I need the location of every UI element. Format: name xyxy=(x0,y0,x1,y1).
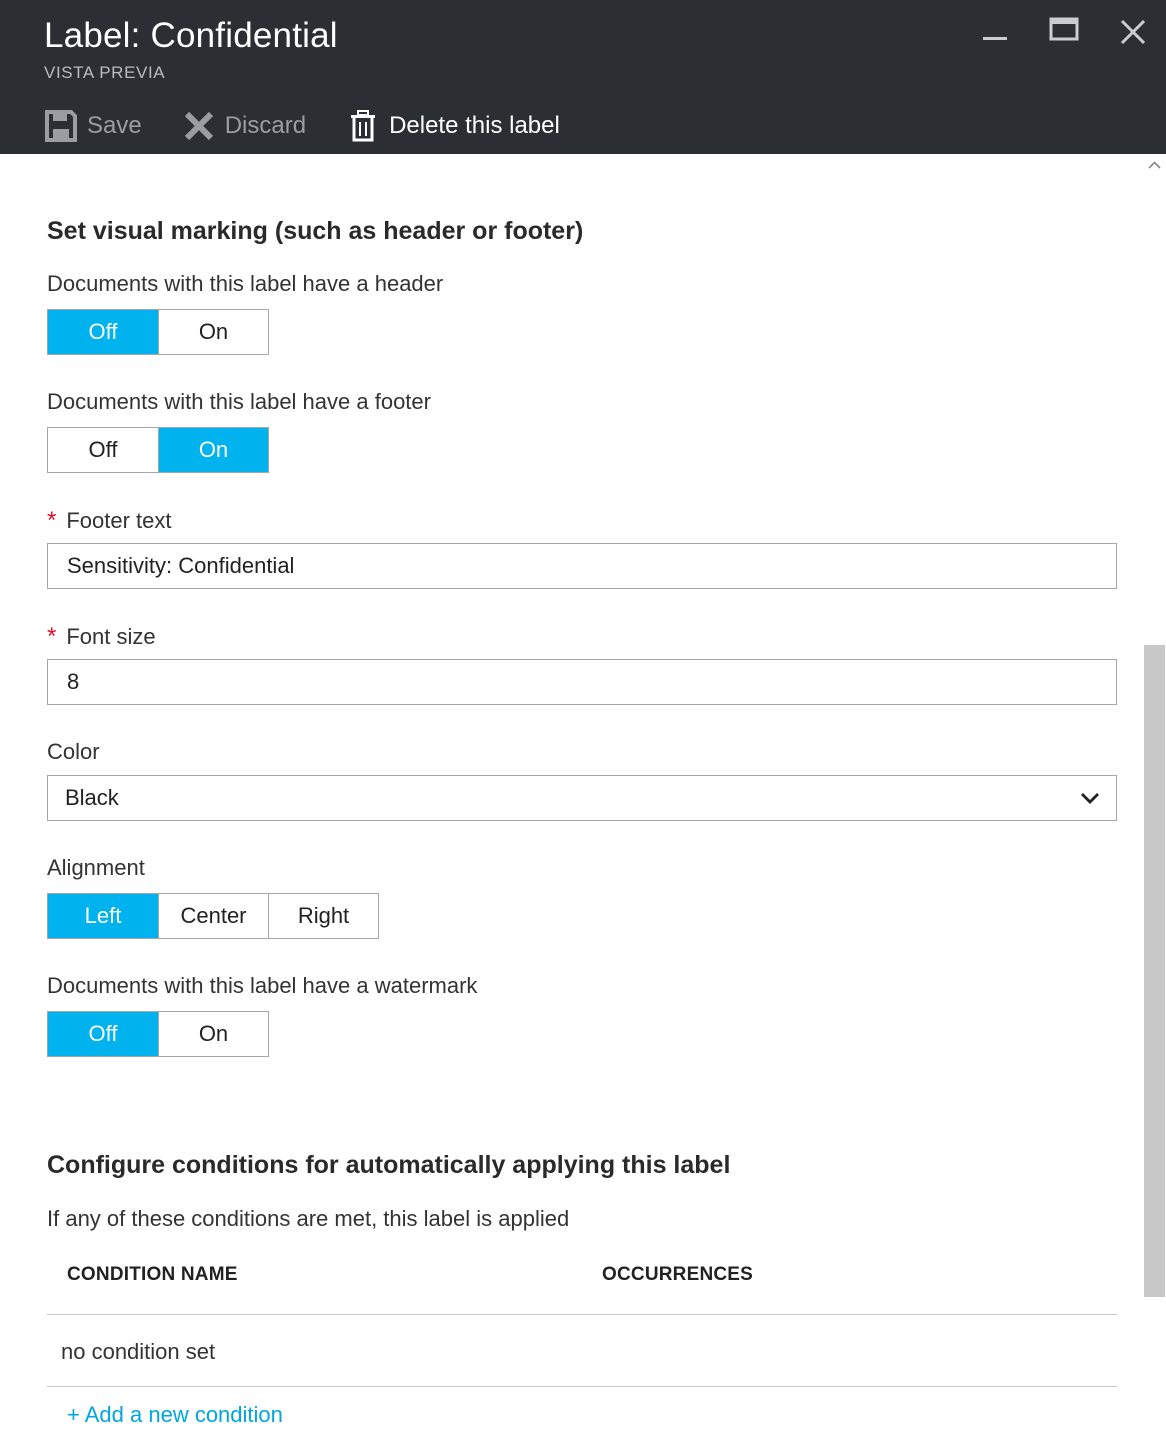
maximize-icon xyxy=(1049,17,1079,41)
save-label: Save xyxy=(87,112,142,139)
blade-header: Label: Confidential VISTA PREVIA Save Di… xyxy=(0,0,1166,154)
watermark-toggle: Off On xyxy=(47,1011,269,1057)
minimize-button[interactable] xyxy=(975,12,1015,52)
font-size-label-text: Font size xyxy=(66,624,156,649)
header-toggle: Off On xyxy=(47,309,269,355)
table-divider xyxy=(47,1386,1117,1387)
font-size-input[interactable]: 8 xyxy=(47,659,1117,705)
required-asterisk: * xyxy=(47,623,57,650)
column-header-occurrences: OCCURRENCES xyxy=(602,1264,754,1285)
footer-text-label-text: Footer text xyxy=(66,508,172,533)
scroll-up-button[interactable] xyxy=(1143,154,1166,176)
discard-button[interactable]: Discard xyxy=(182,109,306,143)
footer-text-input[interactable]: Sensitivity: Confidential xyxy=(47,543,1117,589)
blade-content: Set visual marking (such as header or fo… xyxy=(0,154,1143,1455)
color-dropdown[interactable]: Black xyxy=(47,775,1117,821)
alignment-left-option[interactable]: Left xyxy=(48,894,158,938)
chevron-up-icon xyxy=(1148,161,1161,169)
discard-label: Discard xyxy=(224,112,307,139)
footer-toggle-label: Documents with this label have a footer xyxy=(47,389,431,414)
minimize-icon xyxy=(983,37,1007,40)
watermark-on-option[interactable]: On xyxy=(158,1012,268,1056)
alignment-label: Alignment xyxy=(47,855,145,880)
color-label: Color xyxy=(47,739,100,764)
footer-off-option[interactable]: Off xyxy=(48,428,158,472)
conditions-description: If any of these conditions are met, this… xyxy=(47,1206,570,1231)
footer-text-label: * Footer text xyxy=(47,507,172,535)
delete-label: Delete this label xyxy=(389,112,560,139)
font-size-label: * Font size xyxy=(47,623,156,651)
scrollbar-thumb[interactable] xyxy=(1144,645,1165,1297)
header-on-option[interactable]: On xyxy=(158,310,268,354)
alignment-center-option[interactable]: Center xyxy=(158,894,268,938)
empty-conditions-row: no condition set xyxy=(61,1339,216,1364)
discard-icon xyxy=(184,111,213,141)
header-off-option[interactable]: Off xyxy=(48,310,158,354)
trash-icon xyxy=(351,110,376,142)
required-asterisk: * xyxy=(47,507,57,534)
blade-subtitle: VISTA PREVIA xyxy=(44,63,166,82)
footer-toggle: Off On xyxy=(47,427,269,473)
delete-label-button[interactable]: Delete this label xyxy=(346,109,560,143)
add-condition-link[interactable]: + Add a new condition xyxy=(67,1402,283,1428)
watermark-off-option[interactable]: Off xyxy=(48,1012,158,1056)
visual-marking-heading: Set visual marking (such as header or fo… xyxy=(47,217,584,245)
alignment-selector: Left Center Right xyxy=(47,893,379,939)
header-toggle-label: Documents with this label have a header xyxy=(47,271,444,296)
color-selected-value: Black xyxy=(65,785,119,810)
blade-title: Label: Confidential xyxy=(44,16,338,55)
close-button[interactable] xyxy=(1113,12,1153,52)
column-header-condition-name: CONDITION NAME xyxy=(67,1264,238,1285)
close-icon xyxy=(1120,19,1146,45)
maximize-button[interactable] xyxy=(1044,12,1084,52)
save-icon xyxy=(45,110,77,142)
conditions-heading: Configure conditions for automatically a… xyxy=(47,1151,731,1179)
alignment-right-option[interactable]: Right xyxy=(268,894,378,938)
save-button[interactable]: Save xyxy=(44,109,142,143)
command-bar: Save Discard Delete this label xyxy=(44,104,600,148)
chevron-down-icon xyxy=(1078,786,1102,810)
footer-on-option[interactable]: On xyxy=(158,428,268,472)
watermark-toggle-label: Documents with this label have a waterma… xyxy=(47,973,478,998)
table-divider xyxy=(47,1314,1117,1315)
